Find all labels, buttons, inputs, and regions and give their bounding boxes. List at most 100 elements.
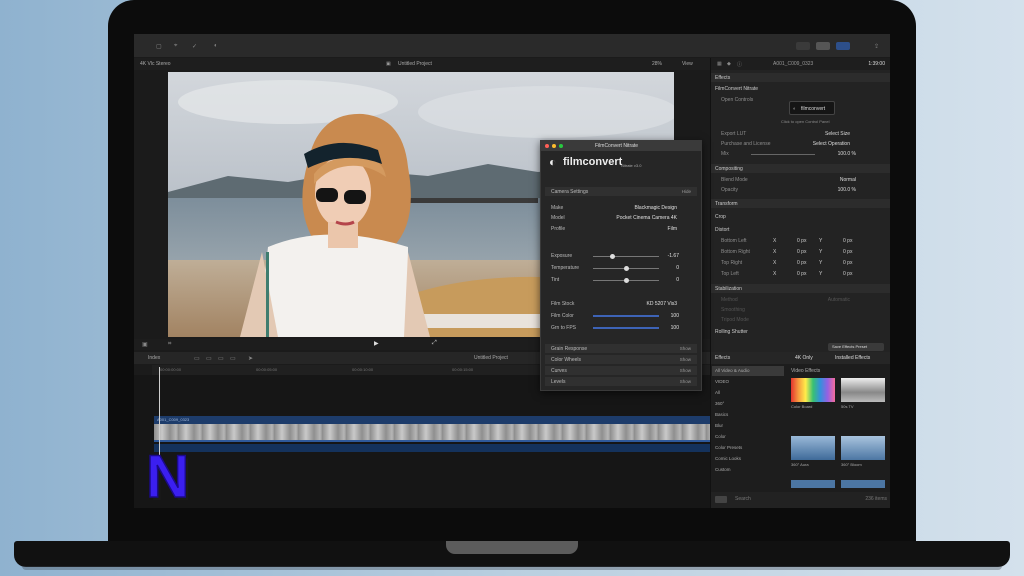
effects-category[interactable]: Blur <box>712 421 784 431</box>
grain-value[interactable]: 100 <box>671 325 679 331</box>
bottom-left-y[interactable]: 0 px <box>843 238 852 244</box>
opacity-value[interactable]: 100.0 % <box>838 187 856 193</box>
video-tab-icon[interactable]: ▦ <box>717 61 722 67</box>
bottom-right-x[interactable]: 0 px <box>797 249 806 255</box>
top-right-x[interactable]: 0 px <box>797 260 806 266</box>
color-tab-icon[interactable]: ◆ <box>727 61 731 67</box>
sidebar-toggle-icon[interactable] <box>715 496 727 503</box>
effect-thumbnail[interactable] <box>791 378 835 402</box>
timeline-playhead[interactable] <box>159 367 160 457</box>
effects-category[interactable]: Basics <box>712 410 784 420</box>
levels-show[interactable]: Show <box>680 379 691 384</box>
effects-category[interactable]: Color Presets <box>712 443 784 453</box>
4k-only-toggle[interactable]: 4K Only <box>795 355 813 361</box>
minimize-window-icon[interactable] <box>552 144 556 148</box>
fullscreen-icon[interactable]: ⤢ <box>432 340 437 347</box>
film-color-value[interactable]: 100 <box>671 313 679 319</box>
open-control-panel-button[interactable]: ◐ filmconvert <box>789 101 835 115</box>
effects-browser-title: Effects <box>715 355 731 361</box>
film-stock-select[interactable]: KD 5207 Vis3 <box>647 301 677 307</box>
installed-effects-menu[interactable]: Installed Effects <box>835 355 870 361</box>
import-icon[interactable]: ▢ <box>156 43 162 50</box>
timeline-video-clip[interactable] <box>154 424 710 442</box>
view-menu[interactable]: View <box>682 61 693 67</box>
effects-category[interactable]: Custom <box>712 465 784 475</box>
grain-slider[interactable] <box>593 327 659 329</box>
effect-thumbnail[interactable] <box>791 436 835 460</box>
exposure-slider[interactable] <box>593 254 659 259</box>
transform-title[interactable]: Transform <box>715 201 738 207</box>
model-select[interactable]: Pocket Cinema Camera 4K <box>616 215 677 221</box>
blend-mode-select[interactable]: Normal <box>840 177 856 183</box>
stabilization-title[interactable]: Stabilization <box>715 286 742 292</box>
close-window-icon[interactable] <box>545 144 549 148</box>
plugin-name[interactable]: FilmConvert Nitrate <box>715 86 758 92</box>
curves-section <box>545 366 697 375</box>
select-tool-icon[interactable]: ➤ <box>248 355 253 362</box>
transform-tool-icon[interactable]: ⌗ <box>168 341 171 348</box>
effect-thumbnail[interactable] <box>841 378 885 402</box>
top-right-y[interactable]: 0 px <box>843 260 852 266</box>
effect-thumbnail[interactable] <box>841 480 885 488</box>
effect-thumbnail[interactable] <box>841 436 885 460</box>
distort-title[interactable]: Distort <box>715 227 729 233</box>
profile-select[interactable]: Film <box>668 226 677 232</box>
effects-category[interactable]: All Video & Audio <box>712 366 784 376</box>
effects-category[interactable]: VIDEO <box>712 377 784 387</box>
viewer-options-icon[interactable]: ▣ <box>142 341 148 348</box>
info-tab-icon[interactable]: ⓘ <box>737 61 742 68</box>
effects-search-field[interactable]: Search <box>735 496 751 502</box>
timeline-audio-waveform[interactable] <box>154 444 710 452</box>
zoom-window-icon[interactable] <box>559 144 563 148</box>
temperature-slider-knob[interactable] <box>623 266 629 271</box>
library-toggle-button[interactable] <box>796 42 810 50</box>
append-clip-icon[interactable]: ▭ <box>230 355 236 362</box>
background-tasks-icon[interactable]: ◐ <box>214 43 218 49</box>
top-left-x[interactable]: 0 px <box>797 271 806 277</box>
effects-category[interactable]: 360° <box>712 399 784 409</box>
keyword-icon[interactable]: ⌖ <box>174 43 177 50</box>
bottom-right-y[interactable]: 0 px <box>843 249 852 255</box>
browser-toggle-button[interactable] <box>816 42 830 50</box>
inspector-toggle-button[interactable] <box>836 42 850 50</box>
top-left-y[interactable]: 0 px <box>843 271 852 277</box>
play-icon[interactable]: ▶ <box>374 340 379 347</box>
share-icon[interactable]: ⇪ <box>874 43 879 50</box>
export-lut-select[interactable]: Select Size <box>825 131 850 137</box>
tint-value[interactable]: 0 <box>676 277 679 283</box>
temperature-slider[interactable] <box>593 266 659 271</box>
save-effects-preset-button[interactable]: Save Effects Preset <box>828 343 884 351</box>
curves-show[interactable]: Show <box>680 368 691 373</box>
effects-category[interactable]: All <box>712 388 784 398</box>
camera-settings-hide[interactable]: Hide <box>682 189 691 194</box>
filmconvert-titlebar[interactable]: FilmConvert Nitrate <box>541 141 701 151</box>
rolling-shutter-title[interactable]: Rolling Shutter <box>715 329 748 335</box>
tint-slider[interactable] <box>593 278 659 283</box>
video-effects-heading: Video Effects <box>791 368 821 374</box>
effects-category[interactable]: Color <box>712 432 784 442</box>
exposure-value[interactable]: -1.67 <box>668 253 679 259</box>
timeline-index-button[interactable]: Index <box>148 355 160 361</box>
check-icon[interactable]: ✓ <box>192 43 197 50</box>
tint-slider-knob[interactable] <box>623 278 629 283</box>
laptop-notch <box>446 541 578 554</box>
grain-response-show[interactable]: Show <box>680 346 691 351</box>
connect-clip-icon[interactable]: ▭ <box>206 355 212 362</box>
temperature-value[interactable]: 0 <box>676 265 679 271</box>
effects-category[interactable]: Comic Looks <box>712 454 784 464</box>
effect-thumbnail[interactable] <box>791 480 835 488</box>
film-color-slider[interactable] <box>593 315 659 317</box>
color-wheels-show[interactable]: Show <box>680 357 691 362</box>
crop-title[interactable]: Crop <box>715 214 726 220</box>
zoom-level[interactable]: 28% <box>652 61 662 67</box>
insert-clip-icon[interactable]: ▭ <box>218 355 224 362</box>
exposure-slider-knob[interactable] <box>610 254 616 259</box>
mix-value[interactable]: 100.0 % <box>838 151 856 157</box>
grain-label: Grn to FPS <box>551 325 577 331</box>
mix-slider[interactable] <box>751 154 815 155</box>
film-stock-label: Film Stock <box>551 301 575 307</box>
purchase-select[interactable]: Select Operation <box>813 141 850 147</box>
make-select[interactable]: Blackmagic Design <box>634 205 677 211</box>
bottom-left-x[interactable]: 0 px <box>797 238 806 244</box>
clip-appearance-icon[interactable]: ▭ <box>194 355 200 362</box>
